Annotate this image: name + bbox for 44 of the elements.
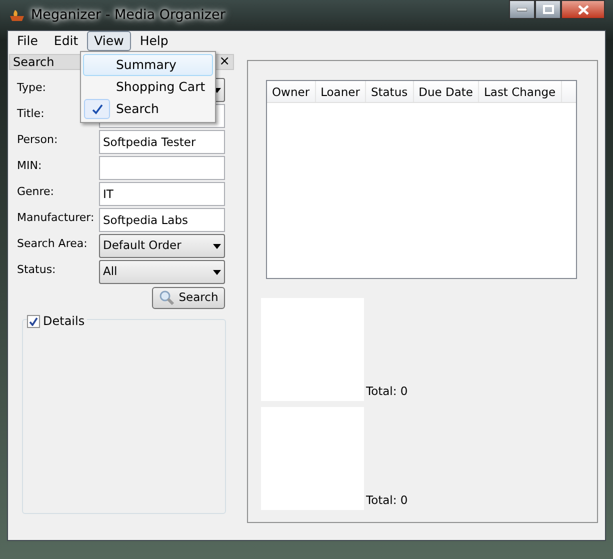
dropdown-arrow-icon [213, 244, 221, 248]
menu-item[interactable]: Shopping Cart [83, 76, 213, 98]
field-label: Manufacturer: [17, 210, 96, 226]
search-icon [158, 290, 175, 306]
menu-item[interactable]: Edit [46, 31, 86, 51]
field-label: Person: [17, 132, 59, 148]
dropdown-arrow-icon [213, 270, 221, 274]
input-field[interactable]: Softpedia Labs [99, 208, 225, 232]
menu-item[interactable]: View [87, 31, 131, 51]
column-header[interactable]: Last Change [478, 81, 562, 102]
window-title: Meganizer - Media Organizer [31, 6, 226, 25]
minimize-icon [517, 8, 527, 12]
total-label: Total: 0 [366, 492, 408, 509]
panel-title: Search [13, 54, 54, 71]
details-label: Details [43, 313, 85, 330]
column-header[interactable]: Due Date [414, 81, 479, 102]
maximize-button[interactable] [535, 0, 561, 19]
field-label: Status: [17, 262, 57, 278]
field-label: Search Area: [17, 236, 88, 252]
field-label: MIN: [17, 158, 43, 174]
field-label: Type: [17, 80, 47, 96]
column-header[interactable]: Status [366, 81, 414, 102]
total-label: Total: 0 [366, 382, 408, 400]
menu-item[interactable]: Help [132, 31, 176, 51]
field-label: Genre: [17, 184, 56, 200]
close-button[interactable]: × [219, 55, 230, 69]
maximize-icon [542, 5, 554, 14]
search-button[interactable]: Search [152, 287, 225, 309]
dropdown-field[interactable]: Default Order [99, 234, 225, 258]
app-icon [9, 7, 25, 23]
close-button[interactable] [561, 0, 605, 19]
column-header[interactable]: Owner [267, 81, 316, 102]
minimize-button[interactable] [509, 0, 535, 19]
close-icon [578, 4, 588, 14]
input-field[interactable]: Softpedia Tester [99, 130, 225, 154]
details-checkbox[interactable] [27, 314, 40, 328]
input-field[interactable] [99, 156, 225, 180]
menu-item[interactable]: File [10, 31, 45, 51]
input-field[interactable]: IT [99, 182, 225, 206]
dropdown-field[interactable]: All [99, 260, 225, 284]
column-header[interactable]: Loaner [316, 81, 366, 102]
menu-item[interactable]: Search [83, 98, 213, 120]
field-label: Title: [17, 106, 46, 122]
menu-item[interactable]: Summary [83, 54, 213, 76]
